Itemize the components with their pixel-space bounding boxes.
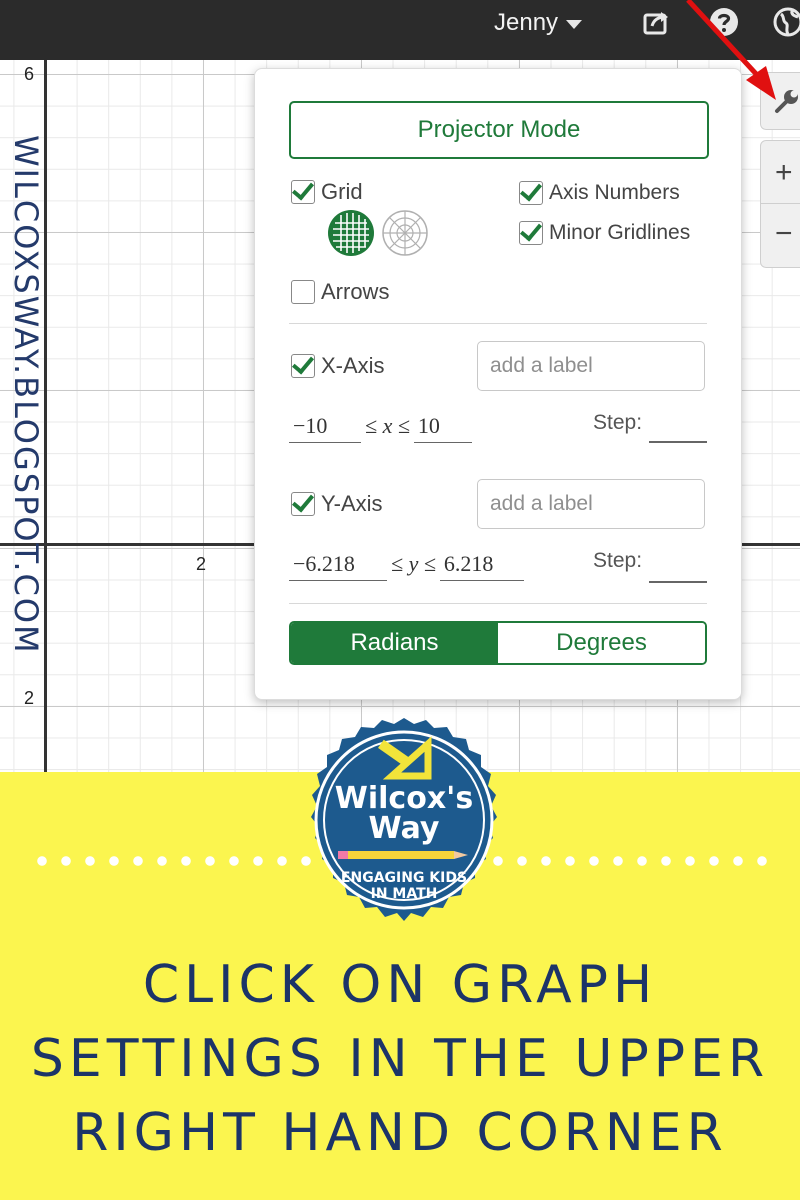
x-axis-checkbox[interactable]	[291, 354, 315, 378]
graph-settings-panel: Projector Mode Grid Axis Numbers Minor G…	[254, 68, 742, 700]
top-bar: Jenny	[0, 0, 800, 60]
section-divider	[289, 603, 707, 604]
y-axis-checkbox[interactable]	[291, 492, 315, 516]
zoom-in-button[interactable]: +	[775, 158, 793, 188]
angle-mode-toggle: Radians Degrees	[289, 621, 707, 665]
y-range-row: −6.218 ≤ y ≤ 6.218	[289, 545, 524, 581]
y-axis-label: Y-Axis	[321, 491, 383, 516]
y-axis-label-input[interactable]	[477, 479, 705, 529]
user-menu[interactable]: Jenny	[494, 9, 583, 36]
blog-url-watermark: WILCOXSWAY.BLOGSPOT.COM	[7, 135, 45, 655]
grid-checkbox[interactable]	[291, 180, 315, 204]
red-pointer-arrow	[686, 0, 776, 100]
wilcoxs-way-logo: Wilcox's Way ENGAGING KIDS IN MATH	[311, 718, 497, 921]
x-axis-label: X-Axis	[321, 353, 385, 378]
instruction-line: CLICK ON GRAPH	[142, 955, 658, 1015]
share-icon[interactable]	[640, 6, 672, 38]
x-axis-option[interactable]: X-Axis	[291, 353, 385, 379]
radians-button[interactable]: Radians	[291, 623, 498, 663]
grid-option[interactable]: Grid	[291, 179, 363, 205]
y-step-field[interactable]	[649, 581, 707, 583]
x-range-row: −10 ≤ x ≤ 10	[289, 407, 472, 443]
x-tick-label: 2	[196, 554, 207, 574]
y-max-field[interactable]: 6.218	[439, 548, 524, 581]
x-step-field[interactable]	[649, 441, 707, 443]
minor-gridlines-checkbox[interactable]	[519, 221, 543, 245]
x-range-relation: ≤ x ≤	[365, 413, 410, 438]
y-range-relation: ≤ y ≤	[391, 551, 436, 576]
x-step-label: Step:	[593, 411, 643, 434]
x-max-field[interactable]: 10	[413, 410, 472, 443]
pencil-icon	[338, 851, 468, 859]
logo-name-line: Way	[369, 811, 440, 846]
zoom-divider	[761, 203, 800, 204]
logo-tagline: ENGAGING KIDS	[341, 870, 467, 886]
degrees-button[interactable]: Degrees	[498, 623, 705, 663]
y-axis-option[interactable]: Y-Axis	[291, 491, 383, 517]
instruction-line: SETTINGS IN THE UPPER	[30, 1029, 770, 1089]
polar-grid-icon[interactable]	[381, 209, 429, 257]
axis-numbers-option[interactable]: Axis Numbers	[519, 181, 680, 205]
logo-tagline: IN MATH	[371, 886, 438, 902]
grid-label: Grid	[321, 179, 363, 204]
instruction-text: CLICK ON GRAPH SETTINGS IN THE UPPER RIG…	[20, 948, 780, 1170]
y-min-field[interactable]: −6.218	[289, 548, 387, 581]
axis-numbers-label: Axis Numbers	[549, 181, 680, 204]
section-divider	[289, 323, 707, 324]
y-step-label: Step:	[593, 549, 643, 572]
chevron-down-icon	[566, 19, 583, 29]
zoom-controls: + −	[760, 140, 800, 268]
arrows-checkbox[interactable]	[291, 280, 315, 304]
projector-mode-button[interactable]: Projector Mode	[289, 101, 709, 159]
arrows-label: Arrows	[321, 279, 390, 304]
x-axis-label-input[interactable]	[477, 341, 705, 391]
x-min-field[interactable]: −10	[289, 410, 361, 443]
axis-numbers-checkbox[interactable]	[519, 181, 543, 205]
instruction-line: RIGHT HAND CORNER	[72, 1103, 728, 1163]
zoom-out-button[interactable]: −	[775, 219, 793, 249]
user-name: Jenny	[494, 9, 559, 36]
arrows-option[interactable]: Arrows	[291, 279, 389, 305]
cartesian-grid-icon[interactable]	[327, 209, 375, 257]
minor-gridlines-label: Minor Gridlines	[549, 221, 691, 244]
minor-gridlines-option[interactable]: Minor Gridlines	[519, 221, 690, 245]
